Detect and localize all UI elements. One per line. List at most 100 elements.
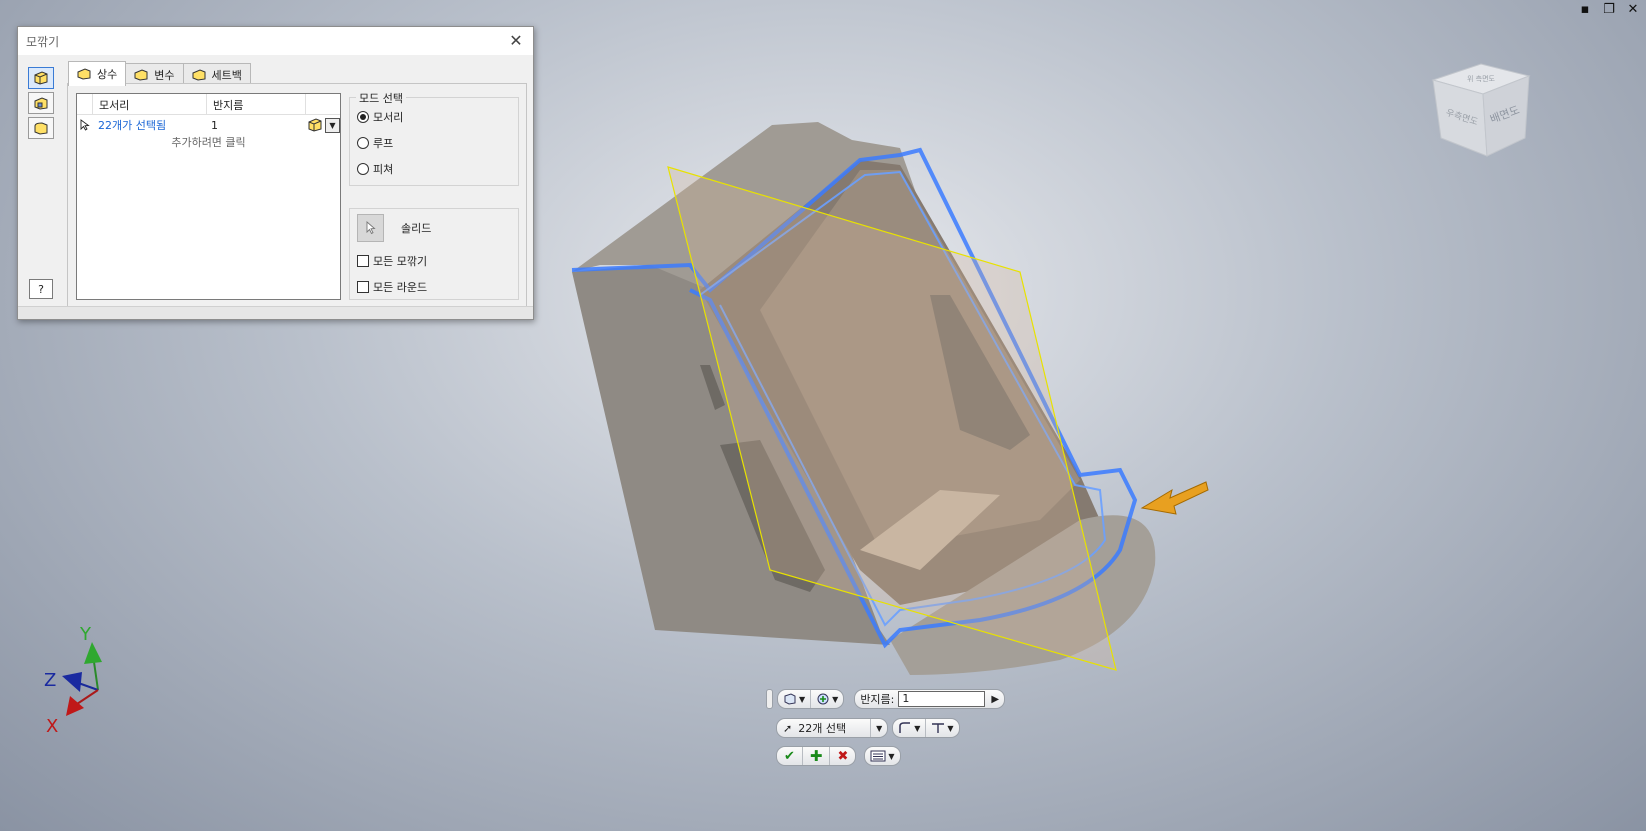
edge-selection-cell[interactable]: 22개가 선택됨 <box>92 117 205 133</box>
solid-select-button[interactable] <box>357 214 384 242</box>
edge-radius-table: 모서리 반지름 22개가 선택됨 1 ▼ 추가하려면 클릭 <box>76 93 341 300</box>
radio-button[interactable] <box>357 111 369 123</box>
add-mode-button[interactable]: ▼ <box>811 690 843 708</box>
mode-edge-label: 모서리 <box>373 111 404 124</box>
all-rounds-checkbox-row[interactable]: 모든 라운드 <box>357 274 518 300</box>
selection-display[interactable]: ➚ 22개 선택 <box>777 719 872 737</box>
minitoolbar-grip[interactable] <box>766 689 773 709</box>
dialog-title: 모깎기 <box>26 34 60 49</box>
corner-type-icon <box>932 723 945 733</box>
minitoolbar-row-1: ▼ ▼ 반지름: 1 ▶ <box>766 689 1006 709</box>
mode-dropdowns: ▼ ▼ <box>777 689 845 709</box>
mode-edge-radio[interactable]: 모서리 <box>357 106 518 128</box>
table-header: 모서리 반지름 <box>77 94 340 115</box>
help-button[interactable]: ? <box>29 279 53 299</box>
viewcube-top-label: 위 측면도 <box>1467 74 1496 83</box>
face-fillet-button[interactable] <box>28 92 54 114</box>
dialog-toggle[interactable]: ▼ <box>864 746 901 766</box>
column-radius-header[interactable]: 반지름 <box>207 94 306 114</box>
tab-constant[interactable]: 상수 <box>68 61 127 86</box>
full-round-fillet-button[interactable] <box>28 117 54 139</box>
selection-count: 22개 선택 <box>798 722 847 735</box>
all-rounds-label: 모든 라운드 <box>373 281 428 294</box>
minitoolbar-row-2: ➚ 22개 선택 ▼ ▼ ▼ <box>776 718 960 738</box>
edge-fillet-icon <box>34 71 48 85</box>
solid-label: 솔리드 <box>401 222 432 235</box>
restore-button[interactable]: ❐ <box>1602 2 1616 17</box>
close-window-button[interactable]: ✕ <box>1626 2 1640 17</box>
apply-button[interactable]: ✚ <box>803 747 831 765</box>
variable-fillet-icon <box>134 69 148 81</box>
part-model[interactable] <box>560 100 1180 720</box>
tab-constant-label: 상수 <box>97 68 118 81</box>
add-mode-icon <box>817 693 829 705</box>
cursor-arrow-icon: ➚ <box>783 721 793 735</box>
chevron-down-icon[interactable]: ▼ <box>871 719 887 737</box>
radio-button[interactable] <box>357 163 369 175</box>
fillet-dialog: 모깎기 ✕ ? 상수 변수 세트백 모서리 반지름 22개가 선택됨 1 ▼ 추… <box>17 26 534 320</box>
tab-setback-label: 세트백 <box>211 69 242 82</box>
tab-variable-label: 변수 <box>154 69 175 82</box>
action-buttons: ✔ ✚ ✖ <box>776 746 857 766</box>
minimize-button[interactable]: ▪ <box>1578 2 1592 17</box>
x-axis-label: X <box>46 716 58 737</box>
option-dropdowns: ▼ ▼ <box>892 718 960 738</box>
edge-mode-button[interactable]: ▼ <box>778 690 812 708</box>
selection-dropdown[interactable]: ➚ 22개 선택 ▼ <box>776 718 889 738</box>
mode-selection-group: 모드 선택 모서리 루프 피쳐 <box>349 90 519 186</box>
all-fillets-checkbox-row[interactable]: 모든 모깎기 <box>357 248 518 274</box>
table-row[interactable]: 22개가 선택됨 1 ▼ <box>77 115 340 135</box>
edge-select-icon[interactable] <box>307 118 323 132</box>
dialog-titlebar[interactable]: 모깎기 ✕ <box>18 27 533 55</box>
constant-fillet-icon <box>77 68 91 80</box>
face-fillet-icon <box>34 97 48 110</box>
list-panel-icon <box>870 750 886 762</box>
y-axis-cone <box>84 642 102 664</box>
mode-loop-radio[interactable]: 루프 <box>357 132 518 154</box>
chevron-down-icon: ▼ <box>914 723 921 733</box>
chevron-down-icon: ▼ <box>799 694 806 704</box>
chevron-down-icon: ▼ <box>947 723 954 733</box>
viewcube[interactable]: 위 측면도 우측면도 배면도 <box>1425 58 1535 168</box>
dialog-footer <box>18 306 533 319</box>
ok-button[interactable]: ✔ <box>777 747 803 765</box>
edge-fillet-button[interactable] <box>28 67 54 89</box>
chevron-down-icon: ▼ <box>888 751 895 761</box>
minitoolbar-row-3: ✔ ✚ ✖ ▼ <box>776 746 901 766</box>
constant-tab-panel: 모서리 반지름 22개가 선택됨 1 ▼ 추가하려면 클릭 모드 선택 모서리 … <box>67 83 527 315</box>
edge-mode-icon <box>784 693 796 705</box>
mode-feature-label: 피쳐 <box>373 163 394 176</box>
corner-type-button[interactable]: ▼ <box>926 719 958 737</box>
column-edge-header[interactable]: 모서리 <box>93 94 207 114</box>
row-selector-arrow-icon <box>77 119 92 131</box>
dialog-close-button[interactable]: ✕ <box>507 31 525 50</box>
play-arrow-icon[interactable]: ▶ <box>991 694 999 705</box>
fillet-type-button[interactable]: ▼ <box>893 719 927 737</box>
fillet-type-icon <box>899 722 911 733</box>
y-axis-label: Y <box>79 624 92 645</box>
all-fillets-label: 모든 모깎기 <box>373 255 428 268</box>
radius-input[interactable]: 1 <box>898 691 986 707</box>
axis-triad: Y Z X <box>44 624 102 737</box>
all-fillets-checkbox[interactable] <box>357 255 369 267</box>
cursor-arrow-icon <box>366 221 376 235</box>
radius-field-group: 반지름: 1 ▶ <box>854 689 1006 709</box>
x-axis-cone <box>66 696 84 716</box>
mode-selection-legend: 모드 선택 <box>356 90 406 106</box>
add-row-hint[interactable]: 추가하려면 클릭 <box>77 134 340 150</box>
direction-arrow-icon[interactable] <box>1140 476 1210 521</box>
cancel-button[interactable]: ✖ <box>830 747 855 765</box>
all-rounds-checkbox[interactable] <box>357 281 369 293</box>
full-round-fillet-icon <box>34 122 48 135</box>
z-axis-label: Z <box>44 670 56 691</box>
radius-cell[interactable]: 1 <box>205 119 303 132</box>
solid-group: 솔리드 모든 모깎기 모든 라운드 <box>349 208 519 300</box>
fillet-type-bar <box>28 67 54 142</box>
radio-button[interactable] <box>357 137 369 149</box>
dialog-toggle-button[interactable]: ▼ <box>865 747 899 765</box>
z-axis-cone <box>62 672 82 692</box>
mode-loop-label: 루프 <box>373 137 394 150</box>
chevron-down-icon[interactable]: ▼ <box>325 117 340 133</box>
mode-feature-radio[interactable]: 피쳐 <box>357 158 518 180</box>
chevron-down-icon: ▼ <box>832 694 839 704</box>
